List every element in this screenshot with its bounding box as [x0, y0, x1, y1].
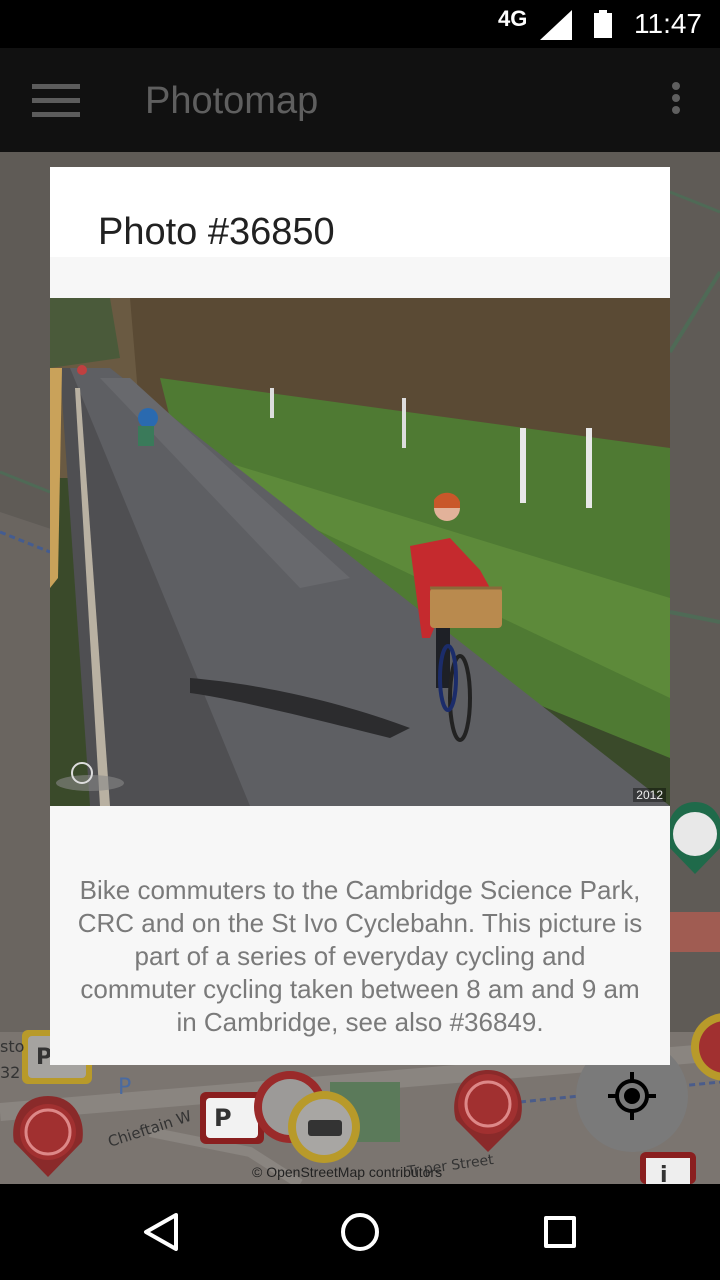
hamburger-menu-icon[interactable]	[32, 84, 80, 118]
overflow-menu-icon[interactable]	[670, 82, 682, 118]
network-type: 4G	[498, 6, 528, 31]
photo-dialog: Photo #36850 2012 Bike commuters to the …	[50, 167, 670, 1065]
svg-text:sto: sto	[0, 1037, 24, 1056]
dialog-title: Photo #36850	[98, 211, 335, 253]
svg-text:32: 32	[0, 1063, 20, 1082]
cyclist-photo-image	[50, 298, 670, 806]
photo-caption: Bike commuters to the Cambridge Science …	[77, 875, 643, 1037]
svg-text:i: i	[660, 1163, 668, 1184]
app-bar: Photomap	[0, 48, 720, 152]
photo-year: 2012	[633, 788, 666, 802]
recent-apps-icon[interactable]	[544, 1216, 576, 1248]
car-marker-icon	[288, 1091, 360, 1163]
clock: 11:47	[634, 8, 702, 39]
svg-text:P: P	[118, 1075, 131, 1100]
crosshair-target-icon	[608, 1072, 656, 1120]
app-title: Photomap	[145, 80, 319, 122]
signal-icon	[540, 10, 572, 40]
photo[interactable]: 2012	[50, 298, 670, 806]
cycle-parking-marker-icon: P	[200, 1092, 264, 1144]
dialog-header: Photo #36850	[50, 167, 670, 257]
battery-icon	[594, 10, 612, 38]
home-icon[interactable]	[341, 1213, 379, 1251]
map-attribution[interactable]: © OpenStreetMap contributors	[252, 1164, 442, 1180]
back-icon[interactable]	[142, 1213, 180, 1251]
svg-text:P: P	[214, 1104, 232, 1132]
status-bar: 4G 11:47	[0, 0, 720, 48]
navigation-bar	[0, 1184, 720, 1280]
info-marker-icon: i	[640, 1152, 696, 1184]
